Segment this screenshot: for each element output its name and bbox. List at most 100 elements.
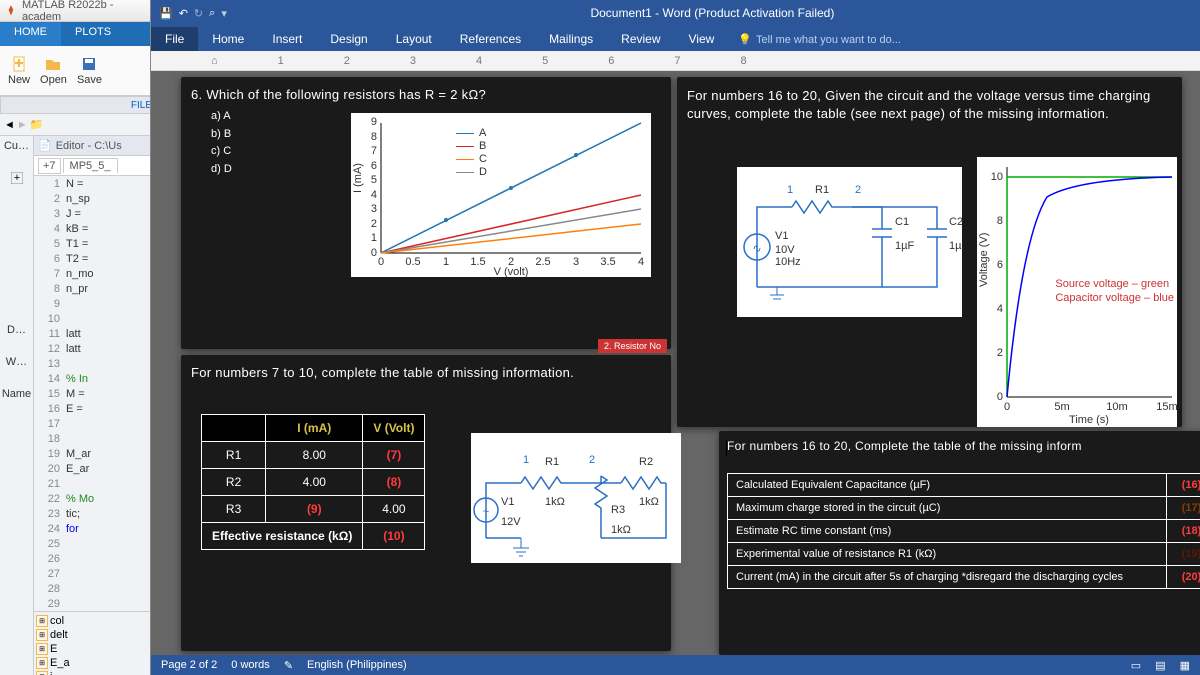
tab-mailings[interactable]: Mailings (535, 27, 607, 51)
expand-icon[interactable]: + (11, 172, 23, 184)
page-area[interactable]: 6. Which of the following resistors has … (151, 71, 1200, 655)
svg-text:C1: C1 (895, 216, 909, 228)
slide-q16b: For numbers 16 to 20, Complete the table… (719, 431, 1200, 655)
tab-insert[interactable]: Insert (258, 27, 316, 51)
word-count[interactable]: 0 words (231, 659, 270, 671)
print-layout-icon[interactable]: ▤ (1155, 659, 1165, 672)
web-layout-icon[interactable]: ▦ (1180, 659, 1190, 672)
side-cu[interactable]: Cu… (4, 140, 29, 152)
file-section-header: FILE (0, 96, 159, 114)
side-name: Name (2, 388, 31, 400)
svg-text:0.5: 0.5 (405, 256, 420, 268)
svg-text:0: 0 (1004, 401, 1010, 413)
fwd-icon[interactable]: ► (17, 119, 28, 131)
undo-icon[interactable]: ↶ (179, 7, 188, 20)
back-icon[interactable]: ◄ (4, 119, 15, 131)
q16a-title: For numbers 16 to 20, Given the circuit … (687, 87, 1172, 122)
svg-text:R2: R2 (639, 456, 653, 468)
q6-chart: A B C D 00.511.522.533.54 V (volt) 01234… (351, 113, 651, 277)
svg-text:1: 1 (371, 232, 377, 244)
svg-text:Time (s): Time (s) (1069, 414, 1109, 426)
text-cursor (726, 441, 727, 456)
open-button[interactable]: Open (40, 56, 67, 86)
matlab-logo-icon (4, 4, 18, 18)
q16b-title: For numbers 16 to 20, Complete the table… (727, 439, 1200, 453)
code-lines[interactable]: 1N = 2n_sp 3J = 4kB = 5T1 = 6T2 = 7n_mo … (34, 176, 159, 611)
save-button[interactable]: Save (77, 56, 102, 86)
svg-text:4: 4 (638, 256, 644, 268)
page-number[interactable]: Page 2 of 2 (161, 659, 217, 671)
tab-references[interactable]: References (446, 27, 535, 51)
tab-view[interactable]: View (675, 27, 729, 51)
tab-home[interactable]: HOME (0, 22, 61, 46)
side-w[interactable]: W… (6, 356, 27, 368)
q7-circuit: ~ 12 R11kΩ R21kΩ R31kΩ V112V (471, 433, 681, 563)
language[interactable]: English (Philippines) (307, 659, 407, 671)
matlab-ribbon-tabs: HOME PLOTS (0, 22, 159, 46)
svg-text:+: + (13, 172, 19, 184)
ws-item[interactable]: ⊞i (36, 670, 157, 675)
svg-text:9: 9 (371, 116, 377, 128)
svg-text:V (volt): V (volt) (494, 266, 529, 277)
word-title-text: Document1 - Word (Product Activation Fai… (233, 6, 1192, 20)
save-icon[interactable]: 💾 (159, 7, 173, 20)
tab-review[interactable]: Review (607, 27, 674, 51)
matlab-toolbar: ✚ New Open Save (0, 46, 159, 96)
qat-search-icon[interactable]: ⌕ (209, 7, 215, 20)
svg-text:1: 1 (523, 454, 529, 466)
ruler[interactable]: ⌂ 12345678 (151, 51, 1200, 71)
svg-text:0: 0 (378, 256, 384, 268)
svg-text:~: ~ (483, 506, 489, 518)
matlab-title-text: MATLAB R2022b - academ (22, 0, 155, 23)
matlab-titlebar: MATLAB R2022b - academ (0, 0, 159, 22)
q16b-table: Calculated Equivalent Capacitance (µF)(1… (727, 473, 1200, 589)
svg-text:R1: R1 (815, 184, 829, 196)
q7-table: I (mA)V (Volt) R18.00(7) R24.00(8) R3(9)… (201, 414, 425, 550)
badge: 2. Resistor No (598, 339, 667, 353)
svg-text:1µF: 1µF (949, 240, 962, 252)
svg-text:R3: R3 (611, 504, 625, 516)
chart-legend: Source voltage – green Capacitor voltage… (1055, 277, 1174, 306)
svg-text:R1: R1 (545, 456, 559, 468)
q6-title: 6. Which of the following resistors has … (191, 87, 661, 102)
tab-home[interactable]: Home (198, 27, 258, 51)
svg-text:2: 2 (855, 184, 861, 196)
matlab-window: MATLAB R2022b - academ HOME PLOTS ✚ New … (0, 0, 160, 675)
tab-file[interactable]: File (151, 27, 198, 51)
editor-tabs: +7 MP5_5_ (34, 156, 159, 176)
folder-icon[interactable]: 📁 (30, 118, 44, 131)
svg-text:V1: V1 (775, 230, 788, 242)
editor-tab[interactable]: MP5_5_ (63, 158, 118, 173)
slide-q7: 2. Resistor No For numbers 7 to 10, comp… (181, 355, 671, 651)
read-mode-icon[interactable]: ▭ (1131, 659, 1141, 672)
svg-text:3.5: 3.5 (600, 256, 615, 268)
ws-item[interactable]: ⊞E (36, 642, 157, 656)
ws-item[interactable]: ⊞col (36, 614, 157, 628)
svg-text:3: 3 (371, 203, 377, 215)
ws-item[interactable]: ⊞E_a (36, 656, 157, 670)
q16-circuit: ∿ 12 R1 C11µF C21µF V110V10Hz (737, 167, 962, 317)
redo-icon[interactable]: ↻ (194, 7, 203, 20)
svg-text:2.5: 2.5 (535, 256, 550, 268)
tab-design[interactable]: Design (316, 27, 381, 51)
spellcheck-icon[interactable]: ✎ (284, 659, 293, 672)
svg-text:10m: 10m (1106, 401, 1127, 413)
svg-text:8: 8 (371, 131, 377, 143)
side-d[interactable]: D… (7, 324, 26, 336)
svg-text:10V: 10V (775, 244, 795, 256)
tab-layout[interactable]: Layout (382, 27, 446, 51)
tab-plots[interactable]: PLOTS (61, 22, 125, 46)
new-button[interactable]: ✚ New (8, 56, 30, 86)
editor-tab-num[interactable]: +7 (38, 158, 61, 174)
svg-text:1kΩ: 1kΩ (639, 496, 659, 508)
tell-me-field[interactable]: 💡 Tell me what you want to do... (728, 28, 911, 51)
q7-title: For numbers 7 to 10, complete the table … (191, 365, 661, 380)
ws-item[interactable]: ⊞delt (36, 628, 157, 642)
word-window: 💾 ↶ ↻ ⌕ ▾ Document1 - Word (Product Acti… (150, 0, 1200, 675)
word-ribbon: File Home Insert Design Layout Reference… (151, 26, 1200, 51)
svg-text:0: 0 (371, 247, 377, 259)
slide-q6: 6. Which of the following resistors has … (181, 77, 671, 349)
svg-text:4: 4 (371, 189, 377, 201)
svg-text:✚: ✚ (14, 58, 23, 70)
svg-text:C: C (479, 153, 487, 165)
